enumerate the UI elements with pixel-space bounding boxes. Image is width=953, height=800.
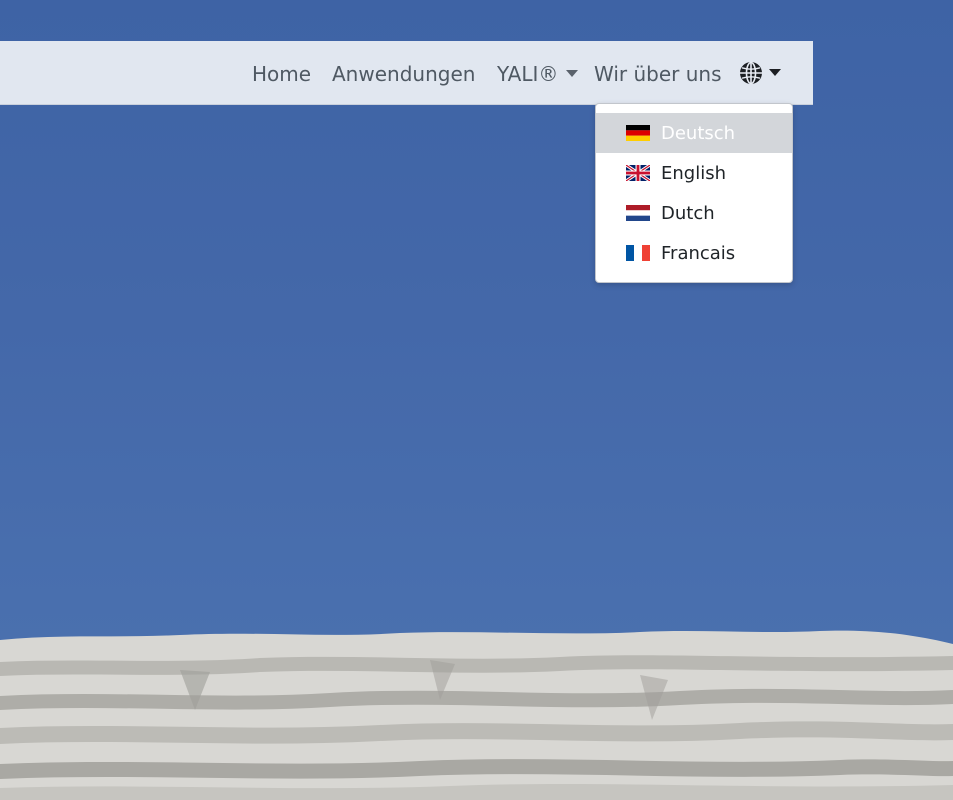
flag-netherlands-icon: [626, 205, 650, 221]
language-option-francais[interactable]: Francais: [596, 233, 792, 273]
flag-uk-icon: [626, 165, 650, 181]
nav-applications-link[interactable]: Anwendungen: [332, 41, 475, 105]
globe-icon: [740, 61, 762, 85]
language-option-dutch[interactable]: Dutch: [596, 193, 792, 233]
flag-france-icon: [626, 245, 650, 261]
top-navbar: Home Anwendungen YALI® Wir über uns: [0, 41, 813, 105]
nav-yali-dropdown[interactable]: YALI®: [497, 41, 579, 105]
nav-yali-label: YALI®: [497, 62, 559, 86]
language-option-label: Dutch: [661, 202, 715, 224]
language-option-label: Francais: [661, 242, 736, 264]
language-dropdown-toggle[interactable]: [739, 41, 781, 105]
nav-about-us-link[interactable]: Wir über uns: [594, 41, 722, 105]
language-option-label: English: [661, 162, 726, 184]
chevron-down-icon: [769, 68, 781, 76]
language-dropdown-menu: Deutsch English Dutch Francais: [595, 103, 793, 283]
language-option-english[interactable]: English: [596, 153, 792, 193]
nav-home-link[interactable]: Home: [252, 41, 311, 105]
language-option-deutsch[interactable]: Deutsch: [596, 113, 792, 153]
flag-germany-icon: [626, 125, 650, 141]
chevron-down-icon: [566, 70, 579, 77]
language-option-label: Deutsch: [661, 122, 736, 144]
background-rock-formation-image: [0, 630, 953, 800]
